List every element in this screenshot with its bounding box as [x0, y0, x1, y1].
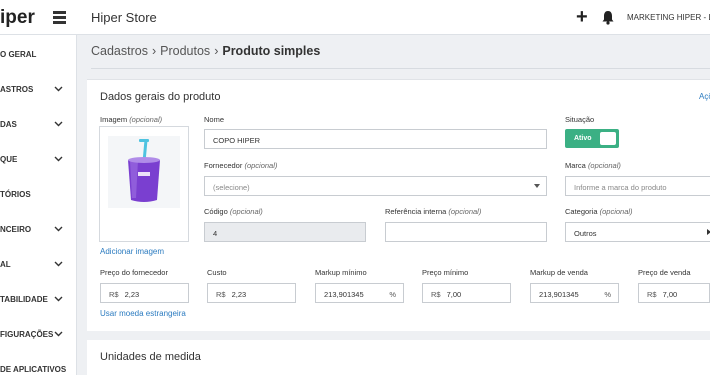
units-panel-title: Unidades de medida: [100, 351, 201, 363]
top-bar: iper Hiper Store + MARKETING HIPER - LOJ…: [0, 0, 710, 35]
chevron-down-icon: [54, 86, 63, 92]
preco-minimo-label: Preço mínimo: [422, 268, 469, 277]
sidebar: O GERAL ASTROS DAS QUE TÓRIOS NCEIRO AL TABILID…: [0, 35, 77, 375]
situacao-label: Situação: [565, 115, 595, 124]
sidebar-item[interactable]: QUE: [0, 150, 77, 170]
codigo-label: Código (opcional): [204, 207, 263, 216]
sidebar-item[interactable]: DE APLICATIVOS: [0, 360, 77, 375]
fornecedor-label: Fornecedor (opcional): [204, 161, 278, 170]
categoria-select[interactable]: Outros: [565, 222, 710, 242]
units-panel: Unidades de medida: [87, 340, 710, 375]
marca-label: Marca (opcional): [565, 161, 621, 170]
foreign-currency-link[interactable]: Usar moeda estrangeira: [100, 309, 186, 318]
markup-minimo-label: Markup mínimo: [315, 268, 367, 277]
sidebar-item-label: O GERAL: [0, 50, 37, 59]
preco-fornecedor-label: Preço do fornecedor: [100, 268, 168, 277]
app-logo[interactable]: iper: [0, 7, 35, 29]
nome-label: Nome: [204, 115, 225, 124]
panel-title: Dados gerais do produto: [100, 91, 221, 103]
markup-venda-label: Markup de venda: [530, 268, 588, 277]
sidebar-item[interactable]: AL: [0, 255, 77, 275]
user-name[interactable]: MARKETING HIPER - LOJA: [627, 13, 710, 22]
categoria-label: Categoria (opcional): [565, 207, 633, 216]
sidebar-item-label: DE APLICATIVOS: [0, 365, 67, 374]
status-toggle-label: Ativo: [574, 135, 592, 142]
product-image-box[interactable]: [99, 126, 189, 242]
hamburger-icon[interactable]: [53, 11, 66, 24]
breadcrumb-produtos[interactable]: Produtos: [160, 44, 210, 58]
sidebar-item-label: FIGURAÇÕES: [0, 330, 54, 339]
divider: [91, 68, 710, 69]
sidebar-item-label: QUE: [0, 155, 18, 164]
product-image: [108, 136, 180, 208]
referencia-label: Referência interna (opcional): [385, 207, 482, 216]
actions-link[interactable]: Açõ: [699, 92, 710, 101]
nome-input[interactable]: COPO HIPER: [204, 129, 547, 149]
sidebar-item[interactable]: NCEIRO: [0, 220, 77, 240]
add-image-link[interactable]: Adicionar imagem: [100, 247, 164, 256]
chevron-down-icon: [54, 261, 63, 267]
sidebar-item-label: ASTROS: [0, 85, 34, 94]
cup-image: [108, 136, 180, 208]
chevron-down-icon: [54, 296, 63, 302]
chevron-down-icon: [54, 156, 63, 162]
caret-down-icon: [534, 184, 540, 188]
sidebar-item[interactable]: ASTROS: [0, 80, 77, 100]
codigo-input: 4: [204, 222, 366, 242]
markup-minimo-input[interactable]: 213,901345%: [315, 283, 404, 303]
breadcrumb-cadastros[interactable]: Cadastros: [91, 44, 148, 58]
sidebar-item-label: DAS: [0, 120, 17, 129]
preco-venda-input[interactable]: R$ 7,00: [638, 283, 710, 303]
sidebar-item[interactable]: FIGURAÇÕES: [0, 325, 77, 345]
sidebar-item-label: AL: [0, 260, 11, 269]
sidebar-item-label: TABILIDADE: [0, 295, 48, 304]
preco-venda-label: Preço de venda: [638, 268, 691, 277]
custo-label: Custo: [207, 268, 227, 277]
breadcrumb-separator: ›: [214, 44, 219, 58]
markup-venda-input[interactable]: 213,901345%: [530, 283, 619, 303]
breadcrumb-current: Produto simples: [222, 44, 321, 58]
toggle-knob: [600, 132, 616, 145]
sidebar-item[interactable]: TABILIDADE: [0, 290, 77, 310]
store-name: Hiper Store: [91, 10, 157, 25]
sidebar-item[interactable]: DAS: [0, 115, 77, 135]
plus-icon[interactable]: +: [576, 7, 588, 27]
image-label: Imagem (opcional): [100, 115, 163, 124]
breadcrumb-separator: ›: [151, 44, 157, 58]
sidebar-item[interactable]: O GERAL: [0, 45, 77, 65]
custo-input[interactable]: R$ 2,23: [207, 283, 296, 303]
preco-fornecedor-input[interactable]: R$ 2,23: [100, 283, 189, 303]
breadcrumb: Cadastros › Produtos › Produto simples: [91, 44, 320, 58]
sidebar-item-label: TÓRIOS: [0, 190, 31, 199]
chevron-down-icon: [54, 226, 63, 232]
chevron-down-icon: [54, 121, 63, 127]
status-toggle[interactable]: Ativo: [565, 129, 619, 148]
sidebar-item[interactable]: TÓRIOS: [0, 185, 77, 205]
preco-minimo-input[interactable]: R$ 7,00: [422, 283, 511, 303]
product-general-panel: Dados gerais do produto Açõ Imagem (opci…: [87, 79, 710, 331]
marca-input[interactable]: Informe a marca do produto: [565, 176, 710, 196]
bell-icon[interactable]: [601, 10, 615, 25]
sidebar-item-label: NCEIRO: [0, 225, 32, 234]
fornecedor-select[interactable]: (selecione): [204, 176, 547, 196]
chevron-down-icon: [54, 331, 63, 337]
referencia-input[interactable]: [385, 222, 547, 242]
